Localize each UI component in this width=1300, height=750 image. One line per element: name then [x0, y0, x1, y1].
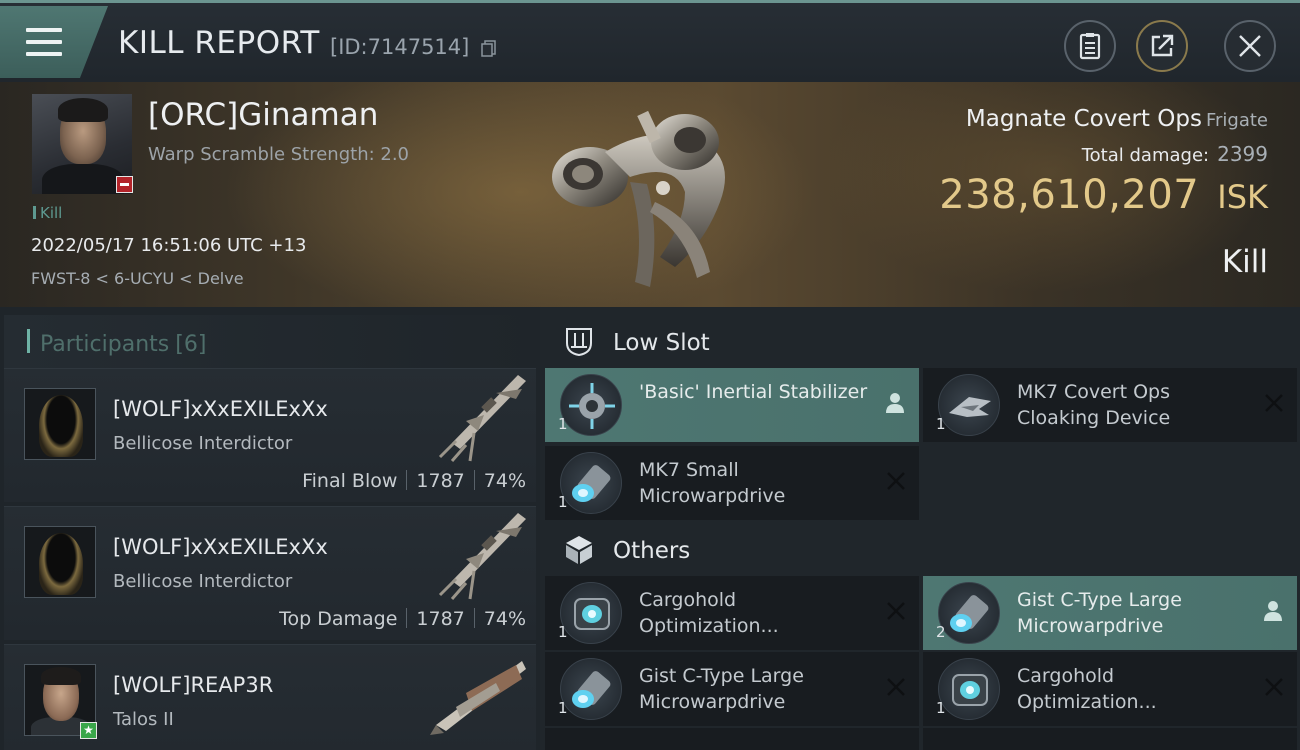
close-icon	[1239, 35, 1261, 57]
clipboard-icon	[1079, 33, 1101, 60]
fitting-item[interactable]: 1 MK7 Small Microwarpdrive	[545, 446, 919, 520]
participant-card[interactable]: [WOLF]xXxEXILExXx Bellicose Interdictor …	[4, 368, 536, 502]
kill-tag: Kill	[33, 204, 62, 222]
item-name: MK7 Covert Ops Cloaking Device	[1017, 381, 1171, 429]
participant-ship-image	[438, 375, 526, 462]
report-button[interactable]	[1064, 20, 1116, 72]
microwarpdrive-icon	[560, 452, 622, 514]
kill-id: [ID:7147514]	[330, 35, 470, 59]
fitting-item[interactable]	[545, 728, 919, 750]
destroyed-x-icon	[1265, 394, 1283, 412]
item-name: 'Basic' Inertial Stabilizer	[639, 381, 868, 403]
fitting-item[interactable]: 1 Gist C-Type Large Microwarpdrive	[545, 652, 919, 726]
participant-stats: Top Damage 1787 74%	[279, 608, 526, 630]
participant-ship: Bellicose Interdictor	[113, 571, 293, 592]
hamburger-menu-icon	[26, 28, 62, 56]
kill-datetime: 2022/05/17 16:51:06 UTC +13	[31, 235, 307, 256]
victim-ship-name[interactable]: Magnate Covert Ops Frigate	[966, 106, 1268, 132]
others-title: Others	[613, 538, 691, 564]
participant-name: [WOLF]REAP3R	[113, 673, 274, 697]
item-name: Cargohold Optimization...	[639, 589, 779, 637]
participant-name: [WOLF]xXxEXILExXx	[113, 535, 328, 559]
total-damage: Total damage: 2399	[1081, 142, 1268, 166]
low-slot-title: Low Slot	[613, 330, 710, 356]
item-quantity: 1	[936, 415, 946, 433]
participant-ship: Talos II	[113, 709, 174, 730]
victim-name[interactable]: [ORC]Ginaman	[148, 97, 378, 133]
star-badge-icon: ★	[80, 722, 97, 739]
cloak-icon	[938, 374, 1000, 436]
cargohold-icon	[938, 658, 1000, 720]
cube-icon	[566, 536, 592, 564]
destroyed-x-icon	[887, 472, 905, 490]
participants-header[interactable]: Participants [6]	[4, 315, 540, 369]
participant-ship-image	[430, 661, 526, 735]
item-name: MK7 Small Microwarpdrive	[639, 459, 786, 507]
security-status-badge	[116, 176, 133, 193]
microwarpdrive-icon	[560, 658, 622, 720]
item-quantity: 2	[936, 623, 946, 641]
share-icon	[1151, 34, 1174, 57]
participant-ship: Bellicose Interdictor	[113, 433, 293, 454]
participant-portrait[interactable]	[24, 526, 96, 598]
participant-card[interactable]: ★ [WOLF]REAP3R Talos II	[4, 644, 536, 750]
stabilizer-icon	[560, 374, 622, 436]
microwarpdrive-icon	[938, 582, 1000, 644]
destroyed-x-icon	[887, 602, 905, 620]
others-section-header: Others	[545, 519, 1300, 579]
share-button[interactable]	[1136, 20, 1188, 72]
item-quantity: 1	[558, 699, 568, 717]
participants-panel: Participants [6] [WOLF]xXxEXILExXx Bellic…	[0, 307, 540, 750]
page-title: KILL REPORT	[118, 25, 320, 61]
fitting-item[interactable]: 1 Cargohold Optimization...	[923, 652, 1297, 726]
fitting-item[interactable]: 1 Cargohold Optimization...	[545, 576, 919, 650]
copy-icon[interactable]	[481, 40, 496, 57]
victim-banner: [ORC]Ginaman Warp Scramble Strength: 2.0…	[0, 82, 1300, 307]
low-slot-section-header: Low Slot	[545, 311, 1300, 371]
participant-stats: Final Blow 1787 74%	[302, 470, 526, 492]
item-name: Gist C-Type Large Microwarpdrive	[1017, 589, 1182, 637]
participant-portrait[interactable]	[24, 388, 96, 460]
item-quantity: 1	[558, 415, 568, 433]
fitting-item[interactable]: 1 MK7 Covert Ops Cloaking Device	[923, 368, 1297, 442]
kill-location[interactable]: FWST-8 < 6-UCYU < Delve	[31, 269, 244, 288]
participants-title: Participants [6]	[40, 332, 207, 357]
participant-card[interactable]: [WOLF]xXxEXILExXx Bellicose Interdictor …	[4, 506, 536, 640]
dropped-person-icon	[886, 393, 904, 413]
isk-value: 238,610,207 ISK	[939, 172, 1268, 218]
cargohold-icon	[560, 582, 622, 644]
low-slot-icon	[566, 328, 592, 357]
destroyed-x-icon	[1265, 678, 1283, 696]
close-button[interactable]	[1224, 20, 1276, 72]
fitting-panel: Low Slot 1 'Basic' Inertial Stabilizer 1…	[540, 307, 1300, 750]
item-quantity: 1	[558, 493, 568, 511]
fitting-item[interactable]: 2 Gist C-Type Large Microwarpdrive	[923, 576, 1297, 650]
item-name: Gist C-Type Large Microwarpdrive	[639, 665, 804, 713]
item-name: Cargohold Optimization...	[1017, 665, 1157, 713]
warp-scramble-strength: Warp Scramble Strength: 2.0	[148, 144, 410, 165]
result-label: Kill	[1221, 244, 1268, 280]
ship-class: Frigate	[1205, 110, 1268, 131]
participant-name: [WOLF]xXxEXILExXx	[113, 397, 328, 421]
fitting-item[interactable]	[923, 728, 1297, 750]
dropped-person-icon	[1264, 601, 1282, 621]
menu-button[interactable]	[0, 6, 108, 78]
participant-ship-image	[438, 513, 526, 600]
item-quantity: 1	[558, 623, 568, 641]
item-quantity: 1	[936, 699, 946, 717]
top-bar: KILL REPORT [ID:7147514]	[0, 0, 1300, 82]
destroyed-x-icon	[887, 678, 905, 696]
fitting-item[interactable]: 1 'Basic' Inertial Stabilizer	[545, 368, 919, 442]
victim-ship-image[interactable]	[535, 92, 765, 297]
